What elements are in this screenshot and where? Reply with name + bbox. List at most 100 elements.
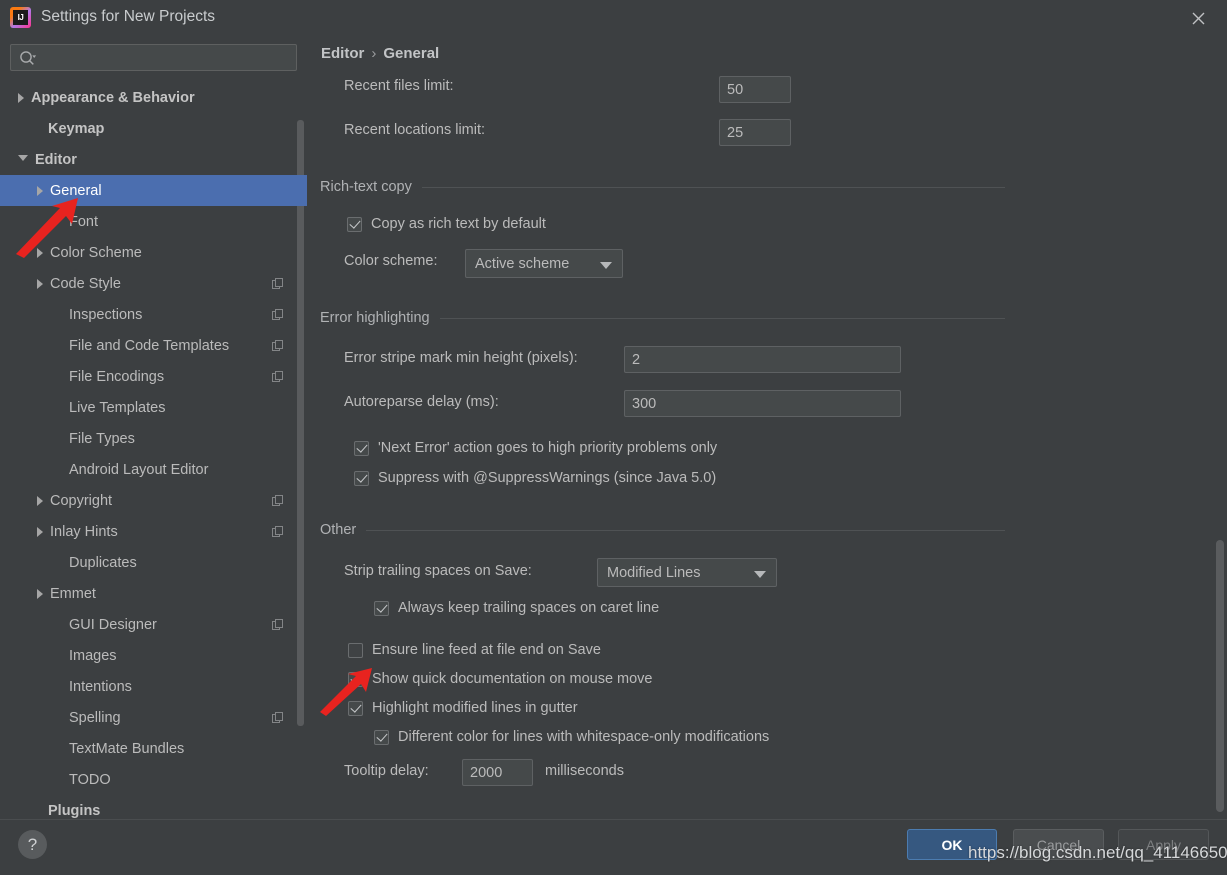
highlight-modified-checkbox-row[interactable]: Highlight modified lines in gutter (348, 700, 578, 716)
sidebar-item-emmet[interactable]: Emmet (0, 578, 307, 609)
sidebar-item-plugins[interactable]: Plugins (0, 795, 307, 819)
sidebar-item-label: Emmet (50, 585, 96, 602)
sidebar-item-label: TODO (69, 771, 111, 788)
sidebar-item-live-templates[interactable]: Live Templates (0, 392, 307, 423)
sidebar-item-gui-designer[interactable]: GUI Designer (0, 609, 307, 640)
autoreparse-row: Autoreparse delay (ms): (344, 394, 499, 410)
sidebar-item-duplicates[interactable]: Duplicates (0, 547, 307, 578)
sidebar-item-todo[interactable]: TODO (0, 764, 307, 795)
sidebar-item-label: Color Scheme (50, 244, 142, 261)
sidebar-item-copyright[interactable]: Copyright (0, 485, 307, 516)
sidebar-item-inlay-hints[interactable]: Inlay Hints (0, 516, 307, 547)
sidebar-item-intentions[interactable]: Intentions (0, 671, 307, 702)
recent-files-limit-input[interactable] (719, 76, 791, 103)
settings-tree[interactable]: Appearance & Behavior Keymap Editor General… (0, 82, 307, 819)
copy-rich-text-checkbox[interactable] (347, 216, 362, 232)
tooltip-delay-input[interactable] (462, 759, 533, 786)
search-input[interactable] (43, 45, 295, 72)
error-highlighting-section-header: Error highlighting (320, 310, 1005, 326)
copy-rich-text-checkbox-row[interactable]: Copy as rich text by default (347, 216, 546, 232)
chevron-right-icon[interactable] (37, 247, 43, 258)
sidebar-item-label: Inspections (69, 306, 143, 323)
sidebar-item-label: Live Templates (69, 399, 166, 416)
chevron-down-icon (600, 262, 612, 269)
sidebar-item-color-scheme[interactable]: Color Scheme (0, 237, 307, 268)
always-keep-checkbox-row[interactable]: Always keep trailing spaces on caret lin… (374, 600, 659, 616)
quick-documentation-checkbox-row[interactable]: Show quick documentation on mouse move (348, 671, 653, 687)
strip-trailing-dropdown[interactable]: Modified Lines (597, 558, 777, 587)
autoreparse-input[interactable] (624, 390, 901, 417)
chevron-down-icon (754, 571, 766, 578)
tooltip-delay-row: Tooltip delay: (344, 763, 429, 779)
different-color-checkbox-row[interactable]: Different color for lines with whitespac… (374, 729, 769, 745)
suppress-warnings-checkbox[interactable] (354, 470, 369, 486)
sidebar-item-file-types[interactable]: File Types (0, 423, 307, 454)
sidebar-item-file-and-code-templates[interactable]: File and Code Templates (0, 330, 307, 361)
color-scheme-dropdown[interactable]: Active scheme (465, 249, 623, 278)
next-error-checkbox[interactable] (354, 440, 369, 456)
sidebar-item-label: Keymap (48, 120, 105, 137)
chevron-right-icon[interactable] (37, 185, 43, 196)
sidebar-item-keymap[interactable]: Keymap (0, 113, 307, 144)
logo-glyph: IJ (13, 10, 28, 25)
strip-trailing-value: Modified Lines (607, 564, 701, 581)
quick-documentation-checkbox[interactable] (348, 671, 363, 687)
copy-settings-icon (272, 308, 283, 320)
breadcrumb-parent[interactable]: Editor (321, 45, 364, 62)
section-divider (439, 317, 1005, 319)
chevron-right-icon[interactable] (18, 92, 24, 103)
sidebar-item-images[interactable]: Images (0, 640, 307, 671)
chevron-right-icon[interactable] (37, 526, 43, 537)
settings-content-panel: Editor › General Recent files limit: Recen… (307, 36, 1227, 819)
watermark-url: https://blog.csdn.net/qq_41146650 (968, 843, 1227, 862)
sidebar-item-code-style[interactable]: Code Style (0, 268, 307, 299)
error-stripe-row: Error stripe mark min height (pixels): (344, 350, 578, 366)
chevron-right-icon[interactable] (37, 495, 43, 506)
copy-settings-icon (272, 711, 283, 723)
sidebar-item-appearance-behavior[interactable]: Appearance & Behavior (0, 82, 307, 113)
sidebar-item-label: Plugins (48, 802, 101, 819)
sidebar-item-label: Duplicates (69, 554, 137, 571)
sidebar-item-editor[interactable]: Editor (0, 144, 307, 175)
recent-locations-limit-input[interactable] (719, 119, 791, 146)
sidebar-item-general[interactable]: General (0, 175, 307, 206)
next-error-checkbox-row[interactable]: 'Next Error' action goes to high priorit… (354, 440, 717, 456)
recent-files-limit-label: Recent files limit: (344, 78, 454, 94)
ensure-line-feed-checkbox[interactable] (348, 642, 363, 658)
content-scrollbar-thumb[interactable] (1216, 540, 1224, 812)
sidebar-item-android-layout-editor[interactable]: Android Layout Editor (0, 454, 307, 485)
sidebar-item-textmate-bundles[interactable]: TextMate Bundles (0, 733, 307, 764)
rich-text-copy-section-title: Rich-text copy (320, 179, 412, 195)
sidebar-item-font[interactable]: Font (0, 206, 307, 237)
error-stripe-input[interactable] (624, 346, 901, 373)
intellij-idea-logo-icon: IJ (10, 7, 31, 28)
chevron-down-icon[interactable] (18, 155, 28, 166)
different-color-checkbox[interactable] (374, 729, 389, 745)
sidebar-item-spelling[interactable]: Spelling (0, 702, 307, 733)
search-field[interactable] (10, 44, 297, 72)
color-scheme-row: Color scheme: (344, 253, 437, 269)
sidebar-item-file-encodings[interactable]: File Encodings (0, 361, 307, 392)
highlight-modified-checkbox[interactable] (348, 700, 363, 716)
sidebar-item-inspections[interactable]: Inspections (0, 299, 307, 330)
strip-trailing-row: Strip trailing spaces on Save: (344, 563, 532, 579)
suppress-warnings-label: Suppress with @SuppressWarnings (since J… (378, 470, 717, 486)
ensure-line-feed-checkbox-row[interactable]: Ensure line feed at file end on Save (348, 642, 601, 658)
title-bar: IJ Settings for New Projects (0, 0, 1227, 36)
settings-dialog: IJ Settings for New Projects Appearance … (0, 0, 1227, 875)
help-button[interactable]: ? (18, 830, 47, 859)
sidebar-item-label: Intentions (69, 678, 132, 695)
suppress-warnings-checkbox-row[interactable]: Suppress with @SuppressWarnings (since J… (354, 470, 716, 486)
close-icon[interactable] (1177, 3, 1219, 33)
chevron-right-icon[interactable] (37, 278, 43, 289)
always-keep-checkbox[interactable] (374, 600, 389, 616)
section-divider (366, 529, 1005, 531)
chevron-right-icon[interactable] (37, 588, 43, 599)
